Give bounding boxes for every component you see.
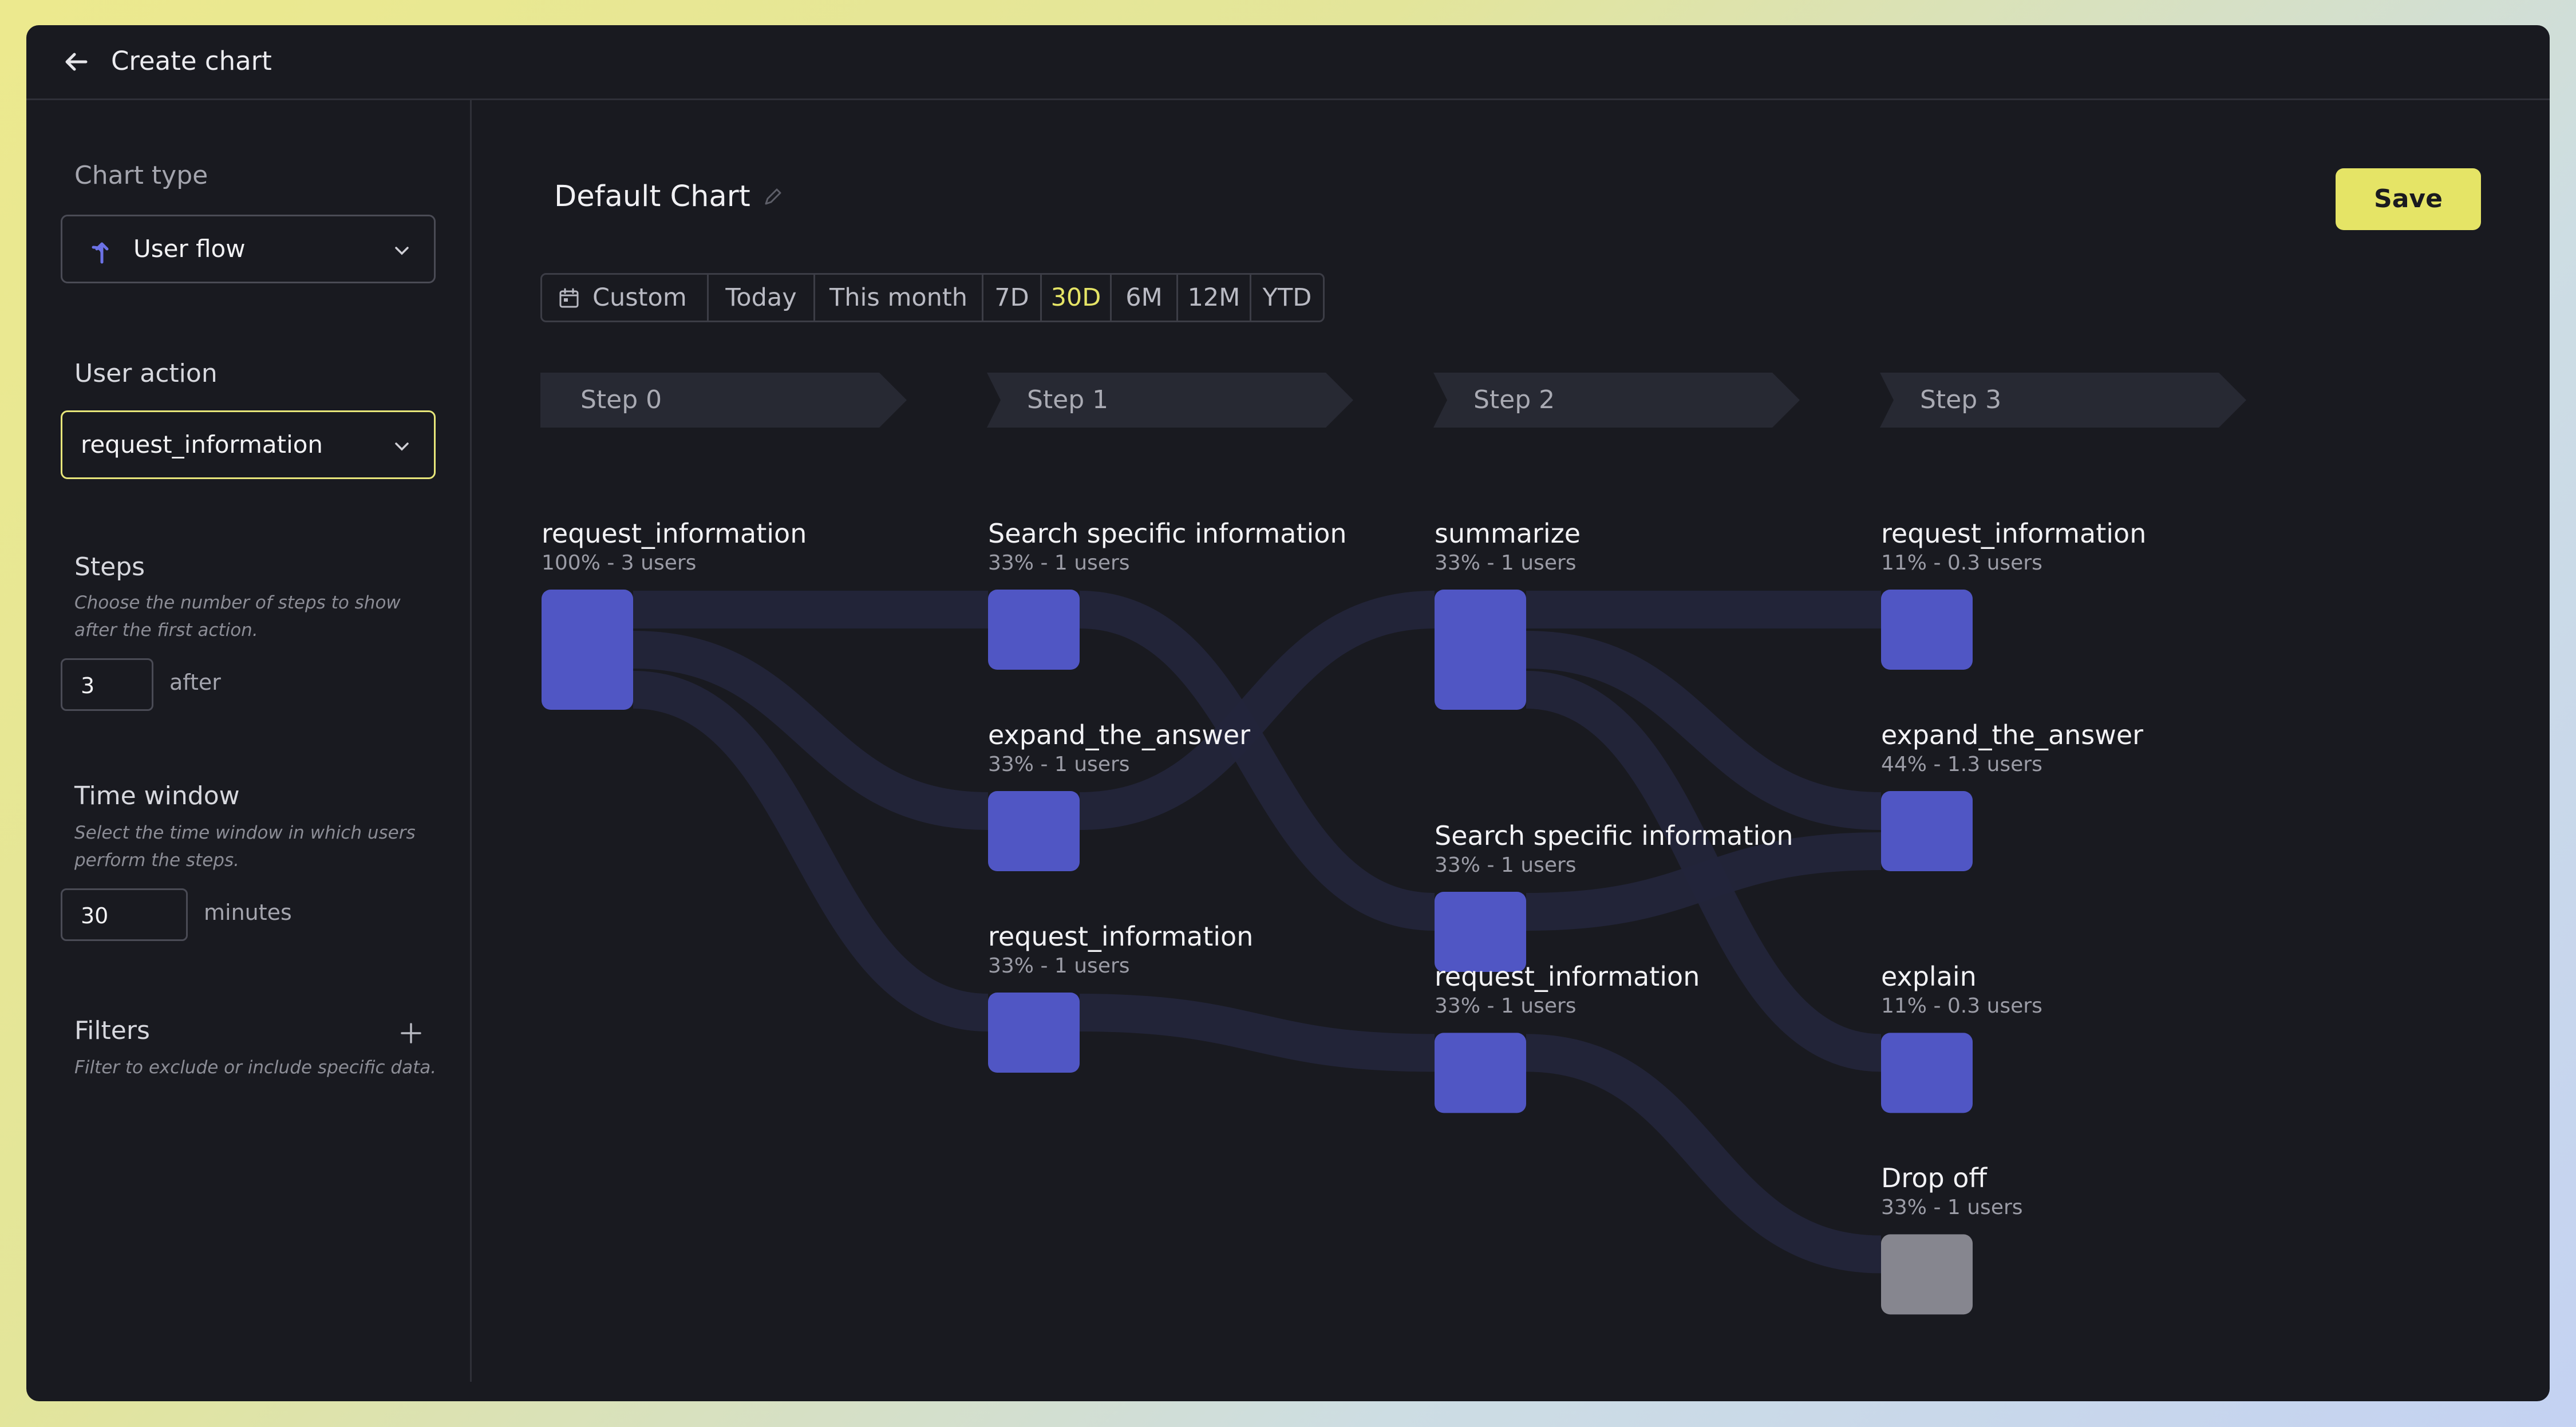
flow-link: [1526, 631, 1882, 830]
flow-link: [1079, 591, 1435, 931]
flow-node-name: expand_the_answer: [988, 720, 1251, 750]
flow-node-name: Search specific information: [988, 518, 1347, 549]
flow-node[interactable]: [1881, 1033, 1973, 1113]
flow-node-detail: 33% - 1 users: [1435, 994, 1577, 1018]
flow-node-name: request_information: [988, 921, 1254, 952]
flow-node-name: request_information: [1881, 518, 2147, 549]
flow-node-detail: 11% - 0.3 users: [1881, 551, 2042, 575]
step-header-label: Step 0: [580, 385, 662, 414]
app-window: Create chart Chart type User flow User a…: [26, 25, 2550, 1401]
flow-node-detail: 33% - 1 users: [1435, 551, 1577, 575]
flow-node-name: Drop off: [1881, 1163, 1988, 1194]
flow-node-detail: 33% - 1 users: [1435, 853, 1577, 877]
flow-link: [1079, 994, 1435, 1072]
user-flow-chart: request_information 100% - 3 users Search …: [26, 25, 2550, 1401]
flow-node-detail: 44% - 1.3 users: [1881, 753, 2042, 776]
flow-node-name: explain: [1881, 961, 1977, 993]
step-header-label: Step 3: [1920, 385, 2002, 414]
flow-node-name: summarize: [1435, 518, 1581, 549]
flow-node[interactable]: [1435, 892, 1526, 972]
flow-node-detail: 33% - 1 users: [988, 954, 1130, 978]
flow-node-name: request_information: [542, 518, 807, 549]
flow-node-name: Search specific information: [1435, 820, 1793, 851]
flow-node-name: request_information: [1435, 961, 1700, 993]
flow-link: [633, 631, 989, 830]
flow-links-layer: [540, 373, 2246, 1315]
flow-node[interactable]: [988, 791, 1080, 871]
flow-node-drop-off[interactable]: [1881, 1234, 1973, 1315]
flow-node-detail: 11% - 0.3 users: [1881, 994, 2042, 1018]
flow-node[interactable]: [1435, 590, 1526, 710]
flow-node[interactable]: [988, 993, 1080, 1073]
flow-node-name: expand_the_answer: [1881, 720, 2144, 750]
flow-node-detail: 100% - 3 users: [542, 551, 697, 575]
flow-node-detail: 33% - 1 users: [1881, 1196, 2023, 1220]
flow-node-detail: 33% - 1 users: [988, 753, 1130, 776]
flow-node[interactable]: [1881, 791, 1973, 871]
step-header-label: Step 2: [1473, 385, 1555, 414]
flow-link: [1526, 1034, 1882, 1274]
flow-node[interactable]: [1881, 590, 1973, 670]
flow-node[interactable]: [988, 590, 1080, 670]
step-header-label: Step 1: [1027, 385, 1109, 414]
flow-node[interactable]: [542, 590, 633, 710]
flow-node-detail: 33% - 1 users: [988, 551, 1130, 575]
flow-node[interactable]: [1435, 1033, 1526, 1113]
